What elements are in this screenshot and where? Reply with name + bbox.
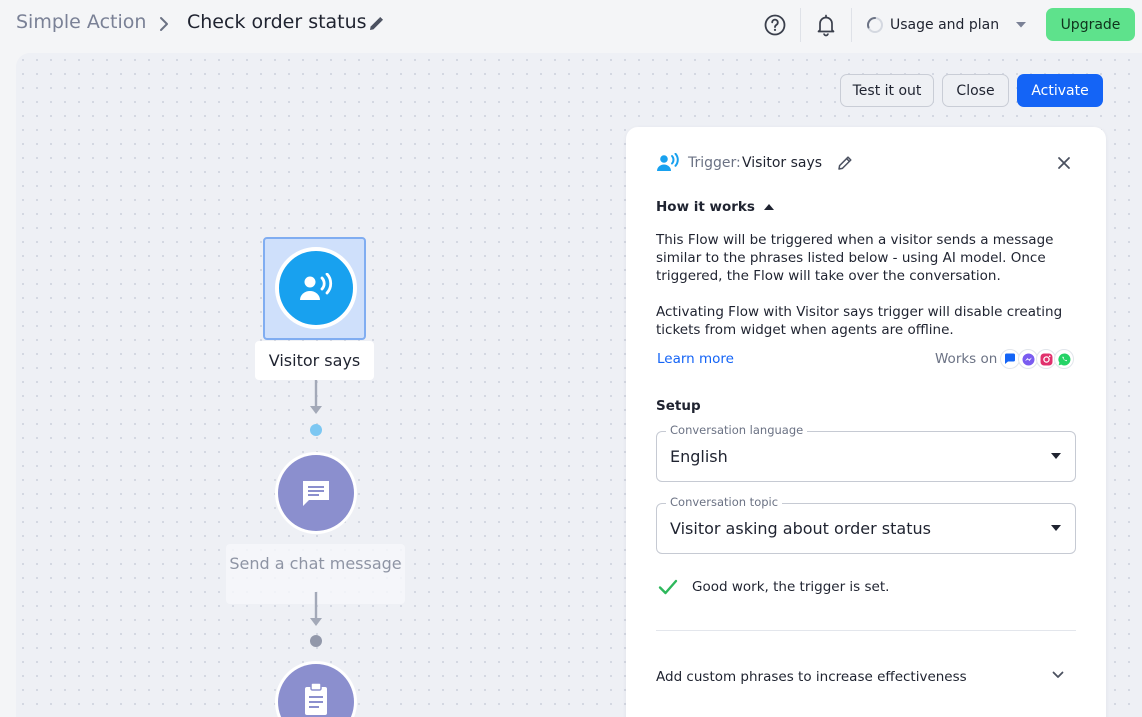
trigger-node-circle — [275, 247, 357, 329]
caret-down-icon — [1016, 22, 1027, 28]
setup-title: Setup — [656, 398, 701, 414]
trigger-set-message: Good work, the trigger is set. — [692, 579, 890, 595]
caret-down-icon — [1051, 453, 1061, 459]
trigger-settings-panel: Trigger: Visitor says How it works This … — [626, 127, 1106, 717]
whatsapp-icon — [1054, 349, 1074, 369]
how-it-works-toggle[interactable]: How it works — [656, 199, 774, 215]
instagram-icon — [1036, 349, 1056, 369]
connector-dot[interactable] — [310, 424, 322, 436]
trigger-node[interactable] — [263, 237, 366, 340]
trigger-node-label[interactable]: Visitor says — [255, 341, 374, 380]
section-divider — [656, 630, 1076, 631]
top-bar: Simple Action Check order status Usage a… — [0, 0, 1142, 50]
conversation-topic-label: Conversation topic — [666, 495, 783, 509]
usage-progress-icon — [867, 17, 883, 33]
chevron-down-icon[interactable] — [1052, 671, 1064, 679]
chevron-right-icon — [160, 17, 168, 31]
success-check-icon — [658, 579, 678, 595]
caret-up-icon — [763, 204, 774, 210]
chat-message-icon — [303, 481, 329, 506]
flow-connector-arrow — [310, 592, 322, 626]
usage-and-plan-label: Usage and plan — [890, 17, 1000, 33]
activate-button[interactable]: Activate — [1017, 74, 1103, 107]
custom-phrases-toggle[interactable]: Add custom phrases to increase effective… — [656, 669, 967, 685]
close-panel-icon[interactable] — [1056, 155, 1072, 171]
trigger-name: Visitor says — [742, 155, 823, 171]
visitor-speaking-icon — [300, 273, 333, 300]
notifications-bell-icon[interactable] — [815, 13, 837, 37]
close-button[interactable]: Close — [942, 74, 1009, 107]
conversation-language-label: Conversation language — [666, 423, 808, 437]
how-it-works-description: This Flow will be triggered when a visit… — [656, 232, 1054, 284]
edit-trigger-pencil-icon[interactable] — [836, 154, 854, 172]
connector-dot[interactable] — [310, 635, 322, 647]
usage-and-plan-dropdown[interactable]: Usage and plan — [866, 12, 1027, 38]
clipboard-icon — [305, 682, 327, 715]
conversation-topic-select[interactable]: Conversation topic Visitor asking about … — [656, 495, 1076, 554]
works-on-label: Works on — [935, 351, 998, 367]
conversation-language-select[interactable]: Conversation language English — [656, 423, 1076, 482]
test-it-out-button[interactable]: Test it out — [840, 74, 934, 107]
caret-down-icon — [1051, 525, 1061, 531]
flow-connector-arrow — [310, 380, 322, 414]
livechat-icon — [1000, 349, 1020, 369]
edit-title-pencil-icon[interactable] — [367, 15, 385, 33]
toolbar-divider — [800, 8, 801, 42]
messenger-icon — [1018, 349, 1038, 369]
learn-more-link[interactable]: Learn more — [657, 351, 734, 367]
page-title: Check order status — [187, 11, 367, 33]
visitor-speaking-icon — [657, 153, 679, 171]
breadcrumb-root-link[interactable]: Simple Action — [16, 11, 146, 33]
help-icon[interactable] — [763, 13, 787, 37]
toolbar-divider — [851, 8, 852, 42]
send-chat-message-node[interactable] — [275, 452, 357, 534]
how-it-works-title: How it works — [656, 199, 755, 215]
conversation-language-value: English — [670, 447, 728, 466]
upgrade-button[interactable]: Upgrade — [1046, 8, 1135, 41]
conversation-topic-value: Visitor asking about order status — [670, 519, 931, 538]
supported-channels — [1000, 349, 1074, 369]
activation-warning-text: Activating Flow with Visitor says trigge… — [656, 304, 1063, 338]
trigger-prefix-label: Trigger: — [688, 155, 741, 171]
